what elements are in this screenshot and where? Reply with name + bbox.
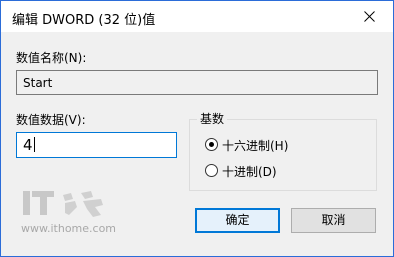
base-group-title: 基数 <box>197 110 228 127</box>
value-name-field[interactable]: Start <box>16 70 378 95</box>
value-data-label: 数值数据(V): <box>16 113 86 127</box>
radio-decimal-label[interactable]: 十进制(D) <box>222 163 277 180</box>
ithome-logo <box>23 191 103 217</box>
value-name-text: Start <box>23 76 53 90</box>
ok-button[interactable]: 确定 <box>195 208 280 233</box>
value-data-text: 4 <box>23 136 33 154</box>
cancel-button[interactable]: 取消 <box>291 208 376 233</box>
radio-hexadecimal-label[interactable]: 十六进制(H) <box>222 137 288 154</box>
text-caret <box>33 137 35 152</box>
radio-decimal[interactable] <box>205 164 218 177</box>
value-name-label: 数值名称(N): <box>16 51 87 65</box>
base-groupbox <box>189 119 377 191</box>
title-bar[interactable]: 编辑 DWORD (32 位)值 <box>1 1 393 32</box>
watermark-url: www.ithome.com <box>21 222 117 235</box>
edit-dword-dialog: 编辑 DWORD (32 位)值 数值名称(N): Start 数值数据(V):… <box>0 0 394 257</box>
close-button[interactable] <box>347 1 393 32</box>
window-title: 编辑 DWORD (32 位)值 <box>12 13 156 28</box>
radio-hexadecimal[interactable] <box>205 138 218 151</box>
close-icon <box>364 11 375 22</box>
value-data-input[interactable]: 4 <box>16 132 177 158</box>
